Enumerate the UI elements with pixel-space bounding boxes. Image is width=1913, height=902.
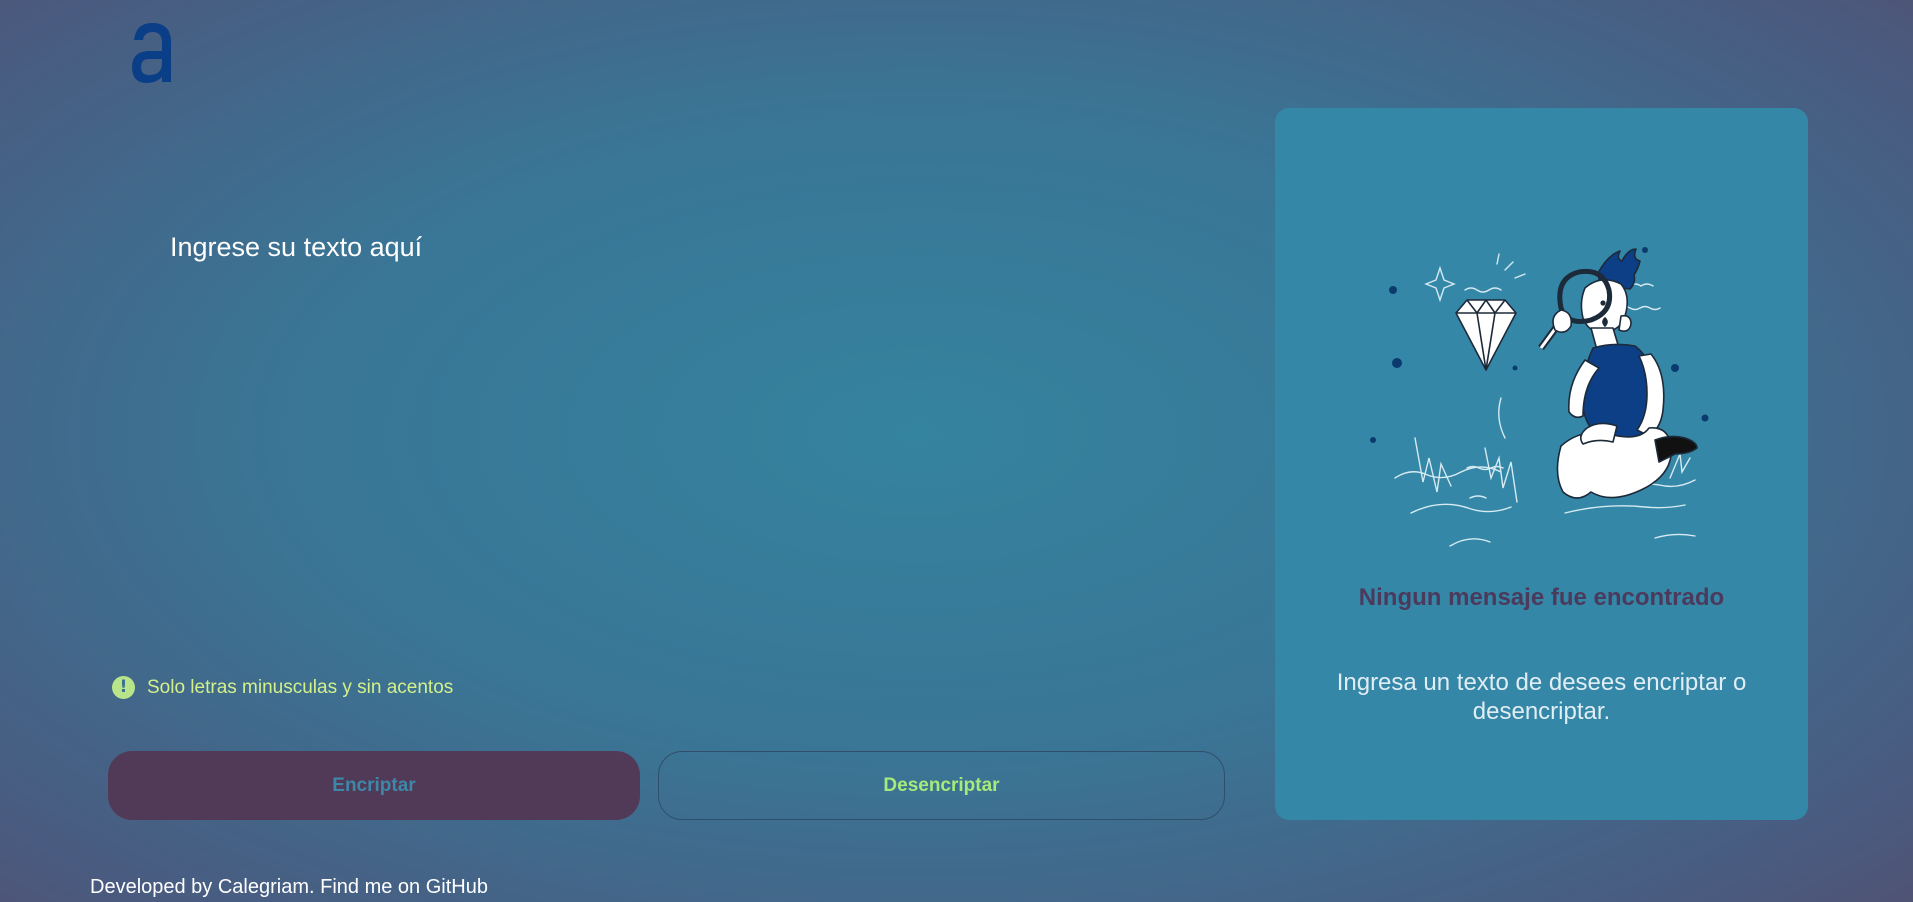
footer: Developed by Calegriam. Find me on GitHu… bbox=[90, 876, 488, 899]
output-panel: Ningun mensaje fue encontrado Ingresa un… bbox=[1275, 108, 1808, 820]
footer-text: Developed by Calegriam. Find me on bbox=[90, 876, 426, 898]
input-hint: ! Solo letras minusculas y sin acentos bbox=[112, 676, 453, 699]
alura-logo-icon[interactable] bbox=[128, 20, 176, 86]
hint-text: Solo letras minusculas y sin acentos bbox=[147, 676, 454, 698]
encrypt-button[interactable]: Encriptar bbox=[108, 751, 640, 820]
empty-state-title: Ningun mensaje fue encontrado bbox=[1358, 584, 1725, 611]
person-magnifying-glass-diamond-illustration bbox=[1370, 247, 1709, 547]
exclamation-circle-icon: ! bbox=[112, 676, 135, 699]
empty-state-subtitle: Ingresa un texto de desees encriptar o d… bbox=[1336, 669, 1747, 725]
decrypt-button[interactable]: Desencriptar bbox=[658, 751, 1225, 820]
text-input[interactable] bbox=[152, 220, 1192, 640]
github-link[interactable]: GitHub bbox=[426, 876, 488, 898]
